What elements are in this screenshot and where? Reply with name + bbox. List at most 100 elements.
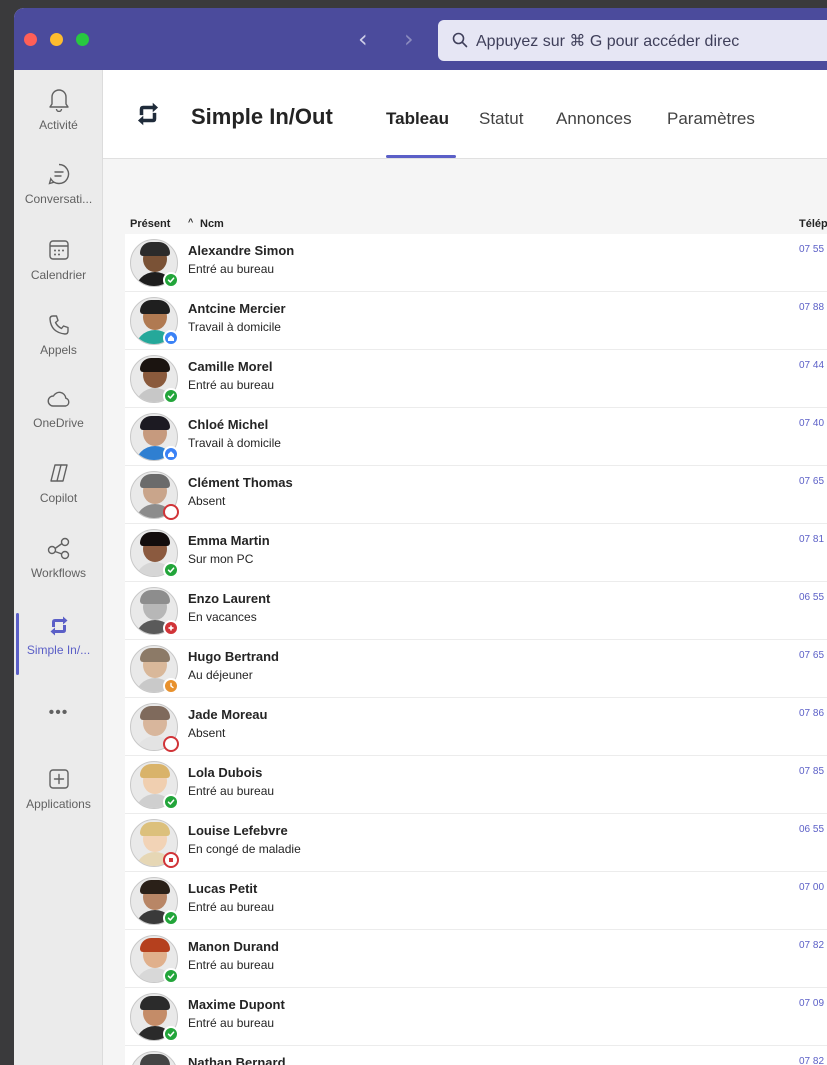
teams-window: ‹ › Appuyez sur ⌘ G pour accéder direc A…	[14, 8, 827, 1065]
close-window-button[interactable]	[24, 33, 37, 46]
simple-in-out-logo-icon	[137, 102, 159, 126]
employee-phone-link[interactable]: 07 86	[799, 708, 824, 719]
more-apps-button[interactable]: •••	[14, 704, 103, 722]
tab-parametres[interactable]: Paramètres	[667, 109, 755, 129]
employee-status-text: Travail à domicile	[188, 436, 281, 450]
table-row[interactable]: Antcine Mercier Travail à domicile 07 88	[125, 292, 827, 350]
employee-status-text: Entré au bureau	[188, 378, 275, 392]
column-header-present[interactable]: Présent	[130, 218, 170, 230]
employee-phone-link[interactable]: 07 82	[799, 940, 824, 951]
rail-item-simple-in-out[interactable]: Simple In/...	[14, 613, 103, 687]
table-row[interactable]: Camille Morel Entré au bureau 07 44	[125, 350, 827, 408]
table-row[interactable]: Lola Dubois Entré au bureau 07 85	[125, 756, 827, 814]
employee-name: Lola Dubois	[188, 765, 263, 780]
bell-icon	[48, 89, 69, 112]
employee-status-text: Entré au bureau	[188, 262, 275, 276]
tab-statut[interactable]: Statut	[479, 109, 523, 129]
rail-item-workflows[interactable]: Workflows	[14, 536, 103, 608]
rail-item-copilot[interactable]: Copilot	[14, 461, 103, 533]
table-row[interactable]: Nathan Bernard 07 82	[125, 1046, 827, 1065]
employee-name: Chloé Michel	[188, 417, 269, 432]
status-remote-icon	[163, 446, 179, 462]
search-icon	[452, 32, 468, 48]
rail-item-label: Applications	[26, 797, 91, 811]
column-header-phone[interactable]: Télép	[799, 218, 827, 230]
status-in-office-icon	[163, 272, 179, 288]
apps-add-icon	[48, 769, 69, 789]
employee-status-text: Au déjeuner	[188, 668, 253, 682]
employee-name: Camille Morel	[188, 359, 273, 374]
employee-status-text: Entré au bureau	[188, 958, 275, 972]
employee-phone-link[interactable]: 07 09	[799, 998, 824, 1009]
table-row[interactable]: Lucas Petit Entré au bureau 07 00	[125, 872, 827, 930]
table-row[interactable]: Maxime Dupont Entré au bureau 07 09	[125, 988, 827, 1046]
rail-item-label: Workflows	[30, 566, 87, 580]
table-row[interactable]: Hugo Bertrand Au déjeuner 07 65	[125, 640, 827, 698]
employee-phone-link[interactable]: 07 40	[799, 418, 824, 429]
search-bar[interactable]: Appuyez sur ⌘ G pour accéder direc	[438, 20, 827, 61]
table-row[interactable]: Jade Moreau Absent 07 86	[125, 698, 827, 756]
employee-status-text: Entré au bureau	[188, 900, 275, 914]
status-sick-icon	[163, 852, 179, 868]
employee-phone-link[interactable]: 07 82	[799, 1056, 824, 1065]
active-tab-indicator	[386, 155, 456, 158]
rail-item-calls[interactable]: Appels	[14, 313, 103, 385]
employee-name: Enzo Laurent	[188, 591, 271, 606]
rail-item-activity[interactable]: Activité	[14, 86, 103, 158]
employee-status-text: Sur mon PC	[188, 552, 254, 566]
employee-name: Lucas Petit	[188, 881, 258, 896]
employee-table: Alexandre Simon Entré au bureau 07 55 Antci…	[125, 234, 827, 1065]
rail-item-label: Activité	[39, 118, 78, 132]
rail-item-applications[interactable]: Applications	[14, 767, 103, 839]
app-header: Simple In/Out Tableau Statut Annonces Pa…	[103, 70, 827, 159]
employee-phone-link[interactable]: 07 55	[799, 244, 824, 255]
employee-phone-link[interactable]: 07 44	[799, 360, 824, 371]
table-row[interactable]: Louise Lefebvre En congé de maladie 06 55	[125, 814, 827, 872]
table-row[interactable]: Manon Durand Entré au bureau 07 82	[125, 930, 827, 988]
rail-item-label: Calendrier	[30, 268, 87, 282]
forward-arrow-icon[interactable]: ›	[404, 25, 414, 53]
employee-status-text: En congé de maladie	[188, 842, 301, 856]
calendar-icon	[48, 240, 69, 260]
rail-item-label: Conversati...	[24, 192, 93, 206]
minimize-window-button[interactable]	[50, 33, 63, 46]
employee-phone-link[interactable]: 07 00	[799, 882, 824, 893]
employee-phone-link[interactable]: 06 55	[799, 592, 824, 603]
status-in-office-icon	[163, 1026, 179, 1042]
employee-phone-link[interactable]: 07 88	[799, 302, 824, 313]
employee-name: Jade Moreau	[188, 707, 268, 722]
tab-tableau[interactable]: Tableau	[386, 109, 449, 129]
back-arrow-icon[interactable]: ‹	[358, 25, 368, 53]
workflows-icon	[47, 537, 69, 560]
rail-item-calendar[interactable]: Calendrier	[14, 238, 103, 310]
rail-item-onedrive[interactable]: OneDrive	[14, 388, 103, 460]
employee-phone-link[interactable]: 07 81	[799, 534, 824, 545]
avatar	[130, 1051, 178, 1065]
status-remote-icon	[163, 330, 179, 346]
sort-ascending-icon[interactable]: ^	[188, 217, 193, 227]
rail-item-label: Simple In/...	[26, 643, 91, 657]
employee-name: Emma Martin	[188, 533, 270, 548]
employee-phone-link[interactable]: 06 55	[799, 824, 824, 835]
rail-item-label: Appels	[40, 343, 77, 357]
rail-item-label: OneDrive	[33, 416, 84, 430]
tab-annonces[interactable]: Annonces	[556, 109, 632, 129]
table-row[interactable]: Emma Martin Sur mon PC 07 81	[125, 524, 827, 582]
status-in-office-icon	[163, 562, 179, 578]
table-row[interactable]: Clément Thomas Absent 07 65	[125, 466, 827, 524]
employee-status-text: Entré au bureau	[188, 1016, 275, 1030]
employee-name: Antcine Mercier	[188, 301, 286, 316]
employee-name: Maxime Dupont	[188, 997, 285, 1012]
table-row[interactable]: Alexandre Simon Entré au bureau 07 55	[125, 234, 827, 292]
employee-phone-link[interactable]: 07 65	[799, 476, 824, 487]
column-header-name[interactable]: Ncm	[200, 218, 224, 230]
employee-status-text: En vacances	[188, 610, 257, 624]
rail-item-chat[interactable]: Conversati...	[14, 162, 103, 234]
employee-status-text: Absent	[188, 494, 226, 508]
table-row[interactable]: Chloé Michel Travail à domicile 07 40	[125, 408, 827, 466]
employee-phone-link[interactable]: 07 65	[799, 650, 824, 661]
zoom-window-button[interactable]	[76, 33, 89, 46]
table-row[interactable]: Enzo Laurent En vacances 06 55	[125, 582, 827, 640]
status-in-office-icon	[163, 794, 179, 810]
employee-phone-link[interactable]: 07 85	[799, 766, 824, 777]
